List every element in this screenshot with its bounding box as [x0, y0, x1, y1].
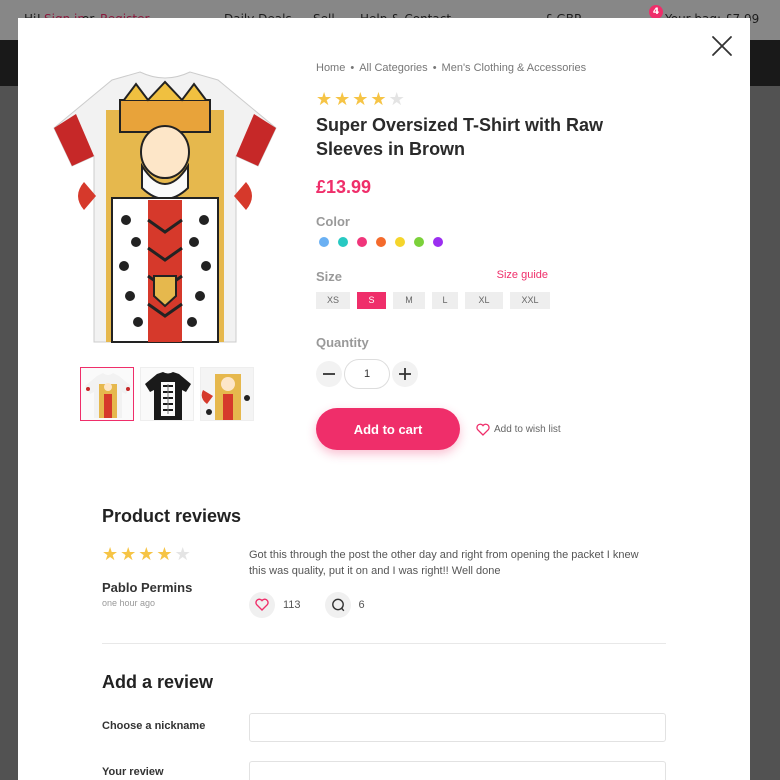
- product-price: £13.99: [316, 177, 372, 197]
- review-rating: ★ ★ ★ ★ ★: [102, 546, 191, 564]
- close-icon: [712, 36, 732, 56]
- size-label: Size: [316, 269, 343, 284]
- star-filled-icon: ★: [138, 544, 155, 565]
- size-option[interactable]: L: [432, 292, 458, 309]
- minus-icon: [323, 373, 335, 375]
- comment-review-button[interactable]: [324, 592, 351, 618]
- color-swatch[interactable]: [357, 237, 367, 247]
- wish-list-label: Add to wish list: [494, 423, 561, 435]
- color-swatch[interactable]: [414, 237, 424, 247]
- product-quick-view-modal: Home • All Categories • Men's Clothing & Acc…: [18, 18, 750, 780]
- size-option[interactable]: XXL: [510, 292, 550, 309]
- size-options: XS S M L XL XXL: [316, 292, 616, 309]
- review-text: Got this through the post the other day …: [249, 549, 639, 577]
- thumbnail-back[interactable]: [140, 367, 194, 421]
- heart-icon: [476, 423, 490, 436]
- decrease-quantity-button[interactable]: [316, 361, 342, 387]
- star-filled-icon: ★: [316, 89, 333, 110]
- size-option[interactable]: S: [357, 292, 386, 309]
- product-actions: Add to cart Add to wish list: [316, 408, 616, 450]
- like-review-button[interactable]: [249, 592, 275, 618]
- review-timestamp: one hour ago: [102, 598, 156, 608]
- breadcrumb: Home • All Categories • Men's Clothing & Acc…: [316, 62, 616, 74]
- add-review-heading: Add a review: [102, 672, 214, 692]
- star-empty-icon: ★: [174, 544, 191, 565]
- star-filled-icon: ★: [120, 544, 137, 565]
- comment-count: 6: [358, 599, 365, 611]
- increase-quantity-button[interactable]: [392, 361, 418, 387]
- color-swatch[interactable]: [338, 237, 348, 247]
- review-input[interactable]: [249, 761, 666, 780]
- thumbnail-detail[interactable]: [200, 367, 254, 421]
- star-filled-icon: ★: [334, 89, 351, 110]
- star-filled-icon: ★: [352, 89, 369, 110]
- size-option[interactable]: XL: [465, 292, 503, 309]
- product-info: Home • All Categories • Men's Clothing & Acc…: [316, 62, 616, 450]
- star-filled-icon: ★: [102, 544, 119, 565]
- bag-count-badge: 4: [649, 5, 663, 19]
- plus-icon: [399, 368, 411, 380]
- quantity-label: Quantity: [316, 335, 369, 350]
- reviews-heading: Product reviews: [102, 506, 242, 526]
- color-label: Color: [316, 214, 350, 229]
- breadcrumb-mens-clothing[interactable]: Men's Clothing & Accessories: [442, 62, 587, 74]
- color-swatch[interactable]: [319, 237, 329, 247]
- size-option[interactable]: M: [393, 292, 425, 309]
- quantity-stepper: [316, 359, 616, 389]
- section-divider: [102, 643, 666, 644]
- star-empty-icon: ★: [388, 89, 405, 110]
- product-title: Super Oversized T-Shirt with Raw Sleeves…: [316, 115, 604, 159]
- nickname-label: Choose a nickname: [102, 720, 206, 732]
- breadcrumb-all-categories[interactable]: All Categories: [359, 62, 427, 74]
- color-swatches: [316, 237, 616, 247]
- nickname-input[interactable]: [249, 713, 666, 742]
- star-filled-icon: ★: [156, 544, 173, 565]
- breadcrumb-separator: •: [432, 62, 437, 74]
- size-option[interactable]: XS: [316, 292, 350, 309]
- add-to-cart-button[interactable]: Add to cart: [316, 408, 460, 450]
- size-row: Size Size guide: [316, 269, 548, 284]
- breadcrumb-home[interactable]: Home: [316, 62, 345, 74]
- thumbnail-gallery: [80, 367, 254, 421]
- breadcrumb-separator: •: [350, 62, 355, 74]
- review-label: Your review: [102, 766, 164, 778]
- like-count: 113: [283, 599, 301, 611]
- thumbnail-front[interactable]: [80, 367, 134, 421]
- product-main-image: [50, 70, 280, 350]
- star-filled-icon: ★: [370, 89, 387, 110]
- comment-icon: [331, 598, 344, 612]
- product-rating: ★ ★ ★ ★ ★: [316, 91, 616, 109]
- heart-icon: [255, 598, 269, 611]
- color-swatch[interactable]: [376, 237, 386, 247]
- reviewer-name: Pablo Permins: [102, 580, 193, 595]
- quantity-input[interactable]: [344, 359, 390, 389]
- close-button[interactable]: [708, 32, 736, 60]
- color-swatch[interactable]: [433, 237, 443, 247]
- add-to-wish-list-button[interactable]: Add to wish list: [476, 423, 561, 436]
- size-guide-link[interactable]: Size guide: [497, 269, 548, 284]
- review-actions: 113 6: [249, 592, 365, 618]
- color-swatch[interactable]: [395, 237, 405, 247]
